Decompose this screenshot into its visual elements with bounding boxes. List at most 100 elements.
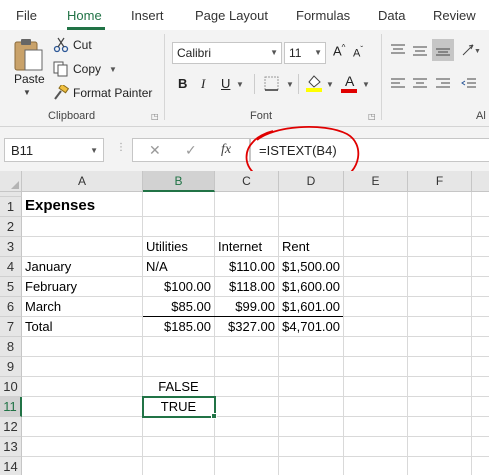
row-header-3[interactable]: 3 — [0, 237, 22, 257]
cell-d4[interactable]: $1,500.00 — [279, 257, 343, 276]
column-header-a[interactable]: A — [22, 171, 143, 192]
increase-font-icon: A — [333, 43, 342, 59]
enter-icon[interactable]: ✓ — [185, 142, 197, 159]
cell-b5[interactable]: $100.00 — [143, 277, 214, 296]
paste-dropdown-icon[interactable]: ▼ — [23, 88, 31, 97]
gridline — [22, 436, 489, 437]
cell-a4[interactable]: January — [22, 257, 142, 276]
cell-d5[interactable]: $1,600.00 — [279, 277, 343, 296]
column-header-f[interactable]: F — [408, 171, 472, 192]
name-box-value: B11 — [11, 143, 34, 158]
orientation-icon[interactable]: ▼ — [461, 43, 481, 57]
cell-b4[interactable]: N/A — [143, 257, 214, 276]
tab-formulas[interactable]: Formulas — [296, 8, 350, 23]
row-header-4[interactable]: 4 — [0, 257, 22, 277]
increase-font-size-button[interactable]: A^ — [333, 43, 345, 58]
cell-d7[interactable]: $4,701.00 — [279, 317, 343, 336]
copy-label: Copy — [73, 62, 102, 76]
tab-home[interactable]: Home — [67, 8, 102, 23]
cell-b3[interactable]: Utilities — [143, 237, 214, 256]
italic-button[interactable]: I — [201, 76, 205, 92]
cell-d3[interactable]: Rent — [279, 237, 343, 256]
decrease-font-size-button[interactable]: Aˇ — [353, 45, 363, 60]
gridline — [407, 192, 408, 475]
copy-icon — [53, 61, 68, 77]
cell-a5[interactable]: February — [22, 277, 142, 296]
tab-review[interactable]: Review — [433, 8, 476, 23]
cut-button[interactable]: Cut — [53, 37, 92, 53]
cell-a7[interactable]: Total — [22, 317, 142, 336]
cell-d6[interactable]: $1,601.00 — [279, 297, 343, 316]
fill-handle[interactable] — [211, 413, 217, 419]
copy-dropdown-icon[interactable]: ▼ — [109, 65, 117, 74]
bottom-align-button[interactable] — [432, 39, 454, 61]
underline-dropdown-icon[interactable]: ▼ — [236, 80, 244, 89]
font-color-dropdown-icon[interactable]: ▼ — [362, 80, 370, 89]
row-header-5[interactable]: 5 — [0, 277, 22, 297]
cell-c5[interactable]: $118.00 — [215, 277, 278, 296]
column-header-e[interactable]: E — [344, 171, 408, 192]
font-color-button[interactable]: A — [341, 73, 359, 93]
format-painter-button[interactable]: Format Painter — [53, 85, 152, 101]
cut-label: Cut — [73, 38, 92, 52]
cell-c4[interactable]: $110.00 — [215, 257, 278, 276]
cell-c3[interactable]: Internet — [215, 237, 278, 256]
top-align-icon[interactable] — [390, 43, 406, 57]
row-header-10[interactable]: 10 — [0, 377, 22, 397]
cell-c6[interactable]: $99.00 — [215, 297, 278, 316]
row-header-6[interactable]: 6 — [0, 297, 22, 317]
borders-icon[interactable] — [263, 75, 281, 93]
name-box[interactable]: B11 ▼ — [4, 138, 104, 162]
column-header-d[interactable]: D — [279, 171, 344, 192]
row-header-8[interactable]: 8 — [0, 337, 22, 357]
row-header-1[interactable]: 1 — [0, 197, 22, 217]
row-header-9[interactable]: 9 — [0, 357, 22, 377]
tab-insert[interactable]: Insert — [131, 8, 164, 23]
fill-color-dropdown-icon[interactable]: ▼ — [326, 80, 334, 89]
select-all-button[interactable] — [0, 171, 22, 192]
row-header-12[interactable]: 12 — [0, 417, 22, 437]
paintbrush-icon — [54, 85, 69, 100]
worksheet-grid[interactable]: Expenses Utilities Internet Rent January… — [22, 192, 489, 475]
font-color-icon: A — [345, 73, 355, 89]
row-header-7[interactable]: 7 — [0, 317, 22, 337]
decrease-indent-icon[interactable] — [461, 77, 477, 91]
clipboard-launcher-icon[interactable]: ◳ — [151, 112, 159, 121]
chevron-down-icon: ▼ — [314, 48, 322, 57]
row-header-14[interactable]: 14 — [0, 457, 22, 475]
tab-page-layout[interactable]: Page Layout — [195, 8, 268, 23]
font-size-select[interactable]: 11 ▼ — [284, 42, 326, 64]
cell-a6[interactable]: March — [22, 297, 142, 316]
fill-color-icon[interactable] — [305, 73, 323, 93]
font-launcher-icon[interactable]: ◳ — [368, 112, 376, 121]
row-header-13[interactable]: 13 — [0, 437, 22, 457]
column-header-g-partial[interactable] — [472, 171, 489, 192]
format-painter-label: Format Painter — [73, 86, 153, 100]
column-header-c[interactable]: C — [215, 171, 279, 192]
paste-icon — [14, 39, 43, 71]
insert-function-button[interactable]: fx — [221, 142, 231, 158]
borders-dropdown-icon[interactable]: ▼ — [286, 80, 294, 89]
splitter-handle[interactable]: ⋮ — [116, 142, 126, 153]
cell-c7[interactable]: $327.00 — [215, 317, 278, 336]
tab-data[interactable]: Data — [378, 8, 405, 23]
cell-b10[interactable]: FALSE — [143, 377, 214, 396]
align-left-icon[interactable] — [390, 77, 406, 91]
align-center-icon[interactable] — [412, 77, 428, 91]
align-right-icon[interactable] — [435, 77, 451, 91]
font-name-select[interactable]: Calibri ▼ — [172, 42, 282, 64]
cancel-icon[interactable]: ✕ — [149, 142, 161, 159]
row-header-2[interactable]: 2 — [0, 217, 22, 237]
bold-button[interactable]: B — [178, 76, 187, 91]
copy-button[interactable]: Copy ▼ — [53, 61, 117, 77]
ribbon: Paste ▼ Cut Copy ▼ Format Painter Clipbo… — [0, 30, 489, 127]
row-header-11[interactable]: 11 — [0, 397, 22, 417]
cell-a1[interactable]: Expenses — [22, 196, 222, 216]
tab-file[interactable]: File — [16, 8, 37, 23]
middle-align-icon[interactable] — [412, 43, 428, 57]
underline-button[interactable]: U — [221, 76, 230, 91]
cell-b6[interactable]: $85.00 — [143, 297, 214, 316]
group-divider — [381, 34, 382, 120]
column-header-b[interactable]: B — [143, 171, 215, 192]
cell-b7[interactable]: $185.00 — [143, 317, 214, 336]
